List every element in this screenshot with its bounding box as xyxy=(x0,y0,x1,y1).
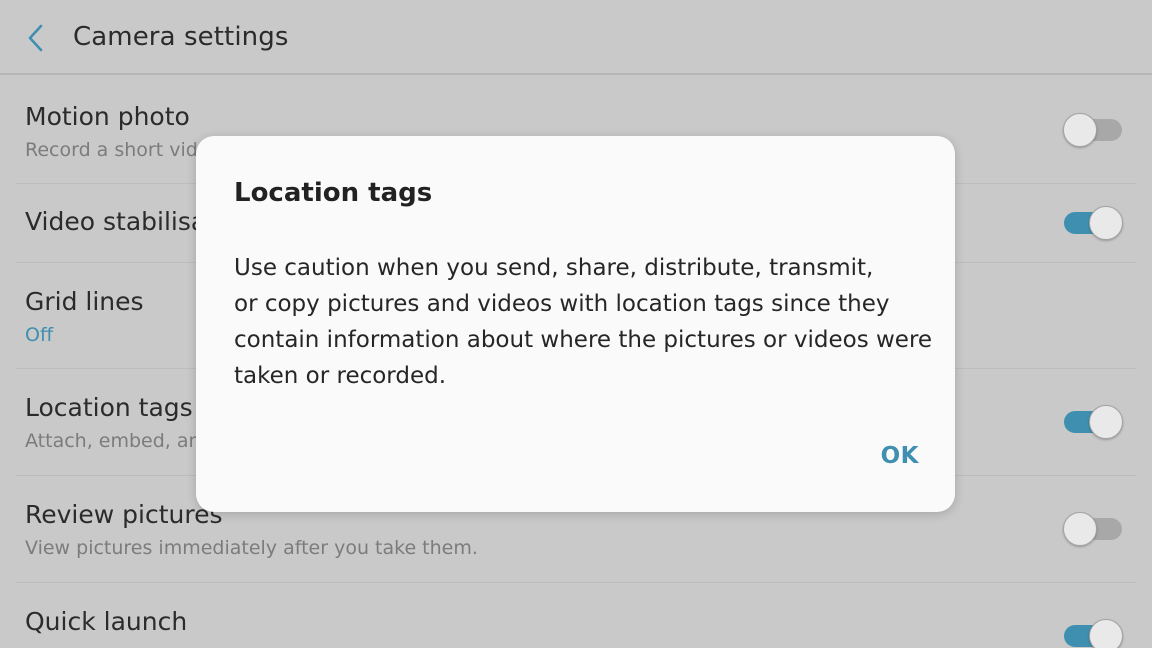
page-title: Camera settings xyxy=(73,22,289,52)
ok-button[interactable]: OK xyxy=(881,443,919,469)
toggle-thumb xyxy=(1089,619,1123,648)
setting-subtitle: Attach, embed, and xyxy=(25,430,213,452)
setting-title: Grid lines xyxy=(25,287,144,316)
back-button[interactable] xyxy=(16,18,56,58)
setting-title: Quick launch xyxy=(25,607,188,636)
dialog-message-line: or copy pictures and videos with locatio… xyxy=(234,291,890,317)
quick-launch-toggle[interactable] xyxy=(1064,619,1123,648)
setting-value: Off xyxy=(25,324,54,346)
setting-quick-launch[interactable]: Quick launch xyxy=(16,583,1136,648)
chevron-left-icon xyxy=(28,24,43,52)
setting-subtitle: View pictures immediately after you take… xyxy=(25,537,478,559)
toggle-thumb xyxy=(1089,206,1123,240)
setting-title: Location tags xyxy=(25,393,193,422)
dialog-message-line: Use caution when you send, share, distri… xyxy=(234,255,874,281)
motion-photo-toggle[interactable] xyxy=(1063,113,1122,147)
app-bar: Camera settings xyxy=(0,0,1152,75)
camera-settings-screen: Camera settings Motion photo Record a sh… xyxy=(0,0,1152,648)
dialog-message-line: taken or recorded. xyxy=(234,363,447,389)
setting-subtitle: Record a short vide xyxy=(25,139,210,161)
location-tags-dialog: Location tags Use caution when you send,… xyxy=(196,136,955,512)
setting-title: Review pictures xyxy=(25,500,223,529)
toggle-thumb xyxy=(1089,405,1123,439)
review-pictures-toggle[interactable] xyxy=(1063,512,1122,546)
dialog-message-line: contain information about where the pict… xyxy=(234,327,933,353)
toggle-thumb xyxy=(1063,113,1097,147)
toggle-thumb xyxy=(1063,512,1097,546)
dialog-message: Use caution when you send, share, distri… xyxy=(234,250,933,394)
setting-title: Video stabilisa xyxy=(25,207,207,236)
dialog-title: Location tags xyxy=(234,178,433,208)
location-tags-toggle[interactable] xyxy=(1064,405,1123,439)
video-stabilisation-toggle[interactable] xyxy=(1064,206,1123,240)
setting-title: Motion photo xyxy=(25,102,190,131)
